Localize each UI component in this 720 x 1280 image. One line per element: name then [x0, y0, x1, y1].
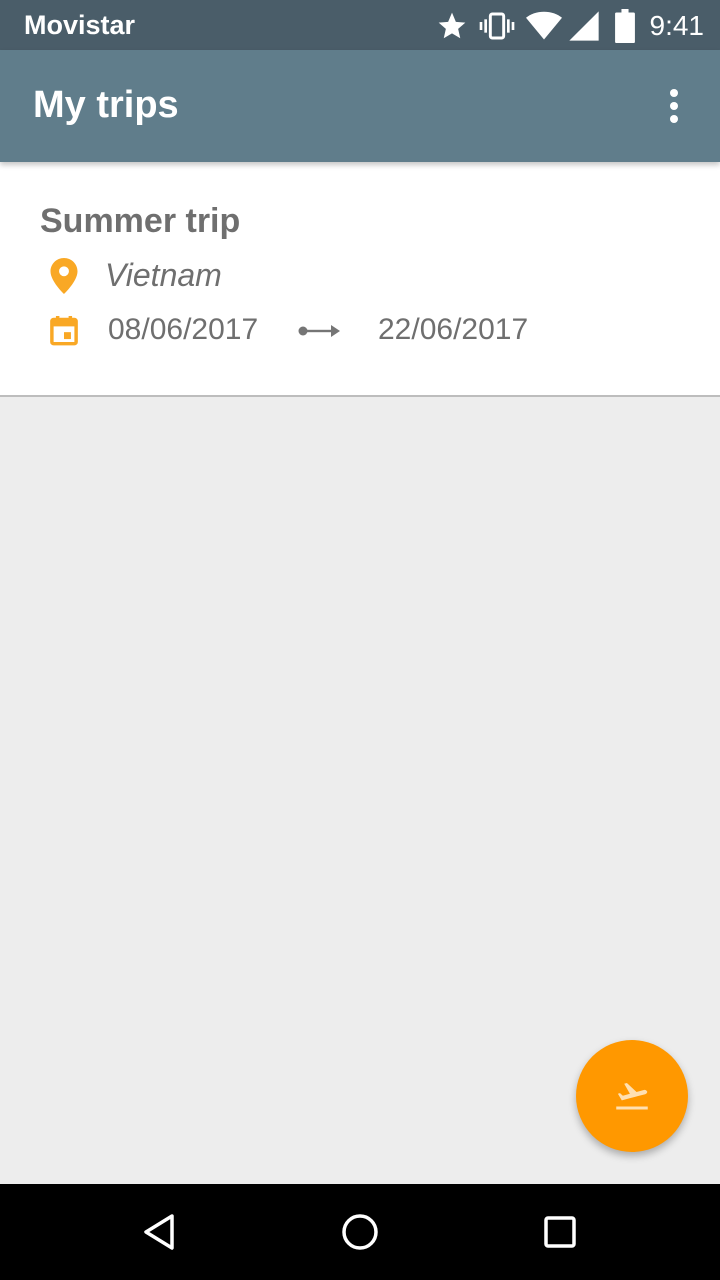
carrier-name: Movistar	[24, 10, 136, 40]
wifi-icon	[525, 11, 562, 40]
trip-card[interactable]: Summer trip Vietnam 08/06/2017 22/06/201…	[0, 162, 720, 397]
app-bar: My trips	[0, 50, 720, 162]
recents-icon	[544, 1216, 576, 1248]
battery-icon	[614, 9, 635, 43]
page-title: My trips	[33, 84, 179, 126]
arrow-right-icon	[298, 325, 340, 337]
vibrate-icon	[479, 12, 514, 40]
trip-location: Vietnam	[105, 257, 222, 293]
add-trip-button[interactable]	[576, 1040, 688, 1152]
status-icons: 9:41	[436, 8, 705, 44]
calendar-icon	[50, 316, 78, 346]
recents-button[interactable]	[534, 1206, 586, 1258]
back-button[interactable]	[134, 1206, 186, 1258]
more-vert-icon	[670, 89, 678, 123]
trip-start-date: 08/06/2017	[108, 313, 259, 346]
home-icon	[342, 1214, 378, 1250]
status-bar: Movistar 9:41	[0, 0, 720, 50]
trip-name: Summer trip	[40, 202, 241, 240]
flight-takeoff-icon	[616, 1082, 648, 1110]
star-icon	[438, 12, 465, 39]
navigation-bar	[0, 1184, 720, 1280]
overflow-menu-button[interactable]	[648, 80, 700, 132]
location-pin-icon	[50, 258, 78, 294]
signal-icon	[568, 11, 599, 41]
home-button[interactable]	[334, 1206, 386, 1258]
back-icon	[144, 1214, 174, 1250]
trip-end-date: 22/06/2017	[378, 313, 529, 346]
clock: 9:41	[649, 10, 705, 41]
